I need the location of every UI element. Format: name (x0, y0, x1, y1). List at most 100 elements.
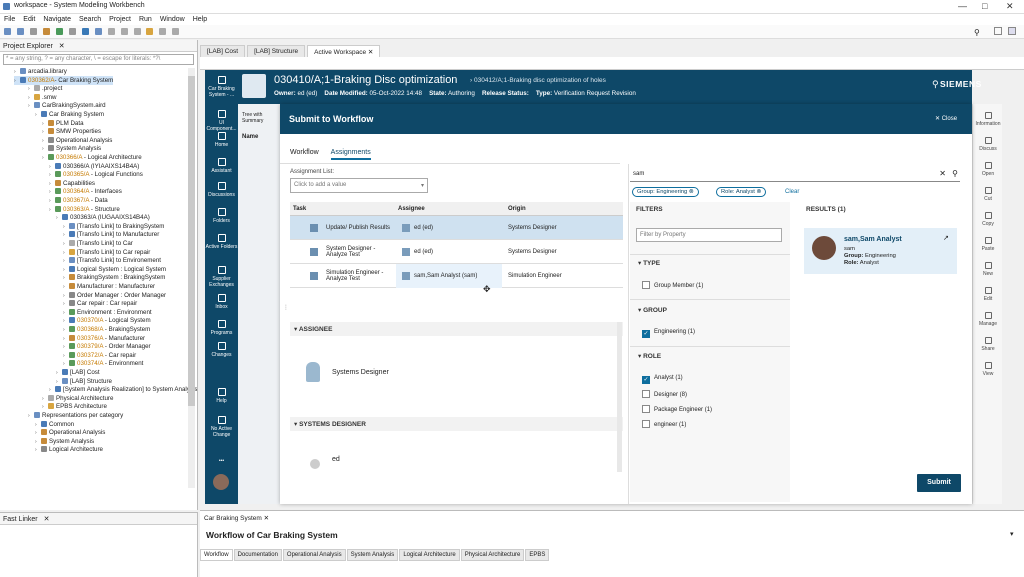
right-nav-item[interactable]: Copy (973, 212, 1003, 227)
facet-checkbox[interactable]: ✓ Engineering (1) (642, 329, 695, 338)
dialog-close-button[interactable]: ✕ Close (935, 115, 957, 122)
aw-nav-item[interactable]: Home (205, 132, 238, 148)
left-scrollbar[interactable] (617, 322, 622, 472)
aw-nav-item[interactable]: Folders (205, 208, 238, 224)
aw-nav-item[interactable]: Discussions (205, 182, 238, 198)
search-icon[interactable]: ⚲ (932, 79, 939, 90)
refresh-icon[interactable] (94, 28, 102, 35)
explorer-filter-input[interactable]: * = any string, ? = any character, \ = e… (3, 54, 194, 65)
menu-window[interactable]: Window (160, 16, 185, 23)
menu-project[interactable]: Project (109, 16, 131, 23)
open-in-new-icon[interactable]: ↗ (943, 234, 949, 242)
tab-documentation[interactable]: Documentation (233, 549, 282, 561)
menu-search[interactable]: Search (79, 16, 101, 23)
checkbox[interactable] (642, 420, 650, 428)
tab-lab-structure[interactable]: [LAB] Structure (247, 45, 306, 57)
right-nav-item[interactable]: View (973, 362, 1003, 377)
tool-icon[interactable] (107, 28, 115, 35)
tab-logical-architecture[interactable]: Logical Architecture (399, 549, 460, 561)
perspective-icon[interactable] (994, 27, 1002, 35)
assignment-list-select[interactable]: Click to add a value ▾ (290, 178, 428, 193)
facet-checkbox[interactable]: ✓ Analyst (1) (642, 375, 683, 384)
table-row[interactable]: System Designer - Analyze Test ed (ed) S… (290, 240, 623, 264)
maximize-icon[interactable]: □ (982, 1, 987, 11)
right-nav-item[interactable]: New (973, 262, 1003, 277)
right-nav-item[interactable]: Manage (973, 312, 1003, 327)
facet-checkbox[interactable]: Group Member (1) (642, 281, 703, 289)
tab-lab-cost[interactable]: [LAB] Cost (200, 45, 246, 57)
checkbox[interactable] (642, 281, 650, 289)
checkbox[interactable]: ✓ (642, 376, 650, 384)
tab-workflow[interactable]: Workflow (200, 549, 233, 561)
tool-icon[interactable] (146, 28, 154, 35)
facet-checkbox[interactable]: Designer (8) (642, 390, 687, 398)
save-all-icon[interactable] (29, 28, 37, 35)
save-icon[interactable] (16, 28, 24, 35)
aw-nav-item[interactable]: Help (205, 388, 238, 404)
tab-epbs[interactable]: EPBS (525, 549, 550, 561)
right-nav-item[interactable]: Cut (973, 187, 1003, 202)
right-nav-item[interactable]: Information (973, 112, 1003, 127)
aw-nav-item[interactable]: UI Component... (205, 110, 238, 132)
group-facet-title[interactable]: ▾ GROUP (638, 306, 667, 314)
tree-item[interactable]: › Logical Architecture (35, 445, 103, 454)
workflow-pane-tab[interactable]: Car Braking System ✕ (204, 514, 269, 522)
clear-icon[interactable]: ✕ (939, 169, 946, 178)
build-icon[interactable] (42, 28, 50, 35)
search-icon[interactable] (81, 28, 89, 35)
aw-nav-item[interactable]: Car Braking System - ... (205, 76, 238, 98)
forward-icon[interactable] (172, 28, 180, 35)
facet-checkbox[interactable]: Package Engineer (1) (642, 405, 712, 413)
aw-nav-item[interactable]: Supplier Exchanges (205, 266, 238, 288)
user-search-input[interactable]: sam ✕ ⚲ (630, 168, 960, 182)
menu-help[interactable]: Help (193, 16, 207, 23)
menu-edit[interactable]: Edit (23, 16, 35, 23)
more-icon[interactable]: ••• (205, 458, 238, 464)
result-user-card[interactable]: sam,Sam Analyst sam Group: Engineering R… (804, 228, 957, 274)
aw-nav-item[interactable]: Changes (205, 342, 238, 358)
filter-chip-group[interactable]: Group: Engineering ⊗ (632, 187, 699, 197)
run-icon[interactable] (55, 28, 63, 35)
chevron-down-icon[interactable]: ▾ (1010, 530, 1014, 538)
menu-navigate[interactable]: Navigate (43, 16, 71, 23)
facet-checkbox[interactable]: engineer (1) (642, 420, 686, 428)
avatar[interactable] (213, 474, 229, 490)
checkbox[interactable] (642, 390, 650, 398)
filter-by-property-input[interactable]: Filter by Property (636, 228, 782, 242)
back-icon[interactable] (159, 28, 167, 35)
right-nav-item[interactable]: Share (973, 337, 1003, 352)
tab-assignments[interactable]: Assignments (330, 149, 371, 160)
clear-filters-link[interactable]: Clear (785, 189, 799, 195)
aw-nav-item[interactable]: No Active Change (205, 416, 238, 438)
table-row[interactable]: Update/ Publish Results ed (ed) Systems … (290, 216, 623, 240)
new-icon[interactable] (4, 28, 11, 35)
tab-workflow[interactable]: Workflow (290, 149, 319, 160)
search-icon[interactable]: ⚲ (974, 28, 980, 37)
checkbox[interactable]: ✓ (642, 330, 650, 338)
close-icon[interactable]: ✕ (59, 43, 65, 50)
submit-button[interactable]: Submit (917, 474, 961, 492)
object-breadcrumb[interactable]: › 030412/A;1-Braking disc optimization o… (470, 77, 606, 84)
tab-active-workspace[interactable]: Active Workspace ✕ (307, 45, 381, 57)
minimize-icon[interactable]: — (958, 1, 967, 11)
close-icon[interactable]: ✕ (44, 516, 50, 523)
aw-nav-item[interactable]: Assistant (205, 158, 238, 174)
perspective-icon[interactable] (1008, 27, 1016, 35)
tab-operational-analysis[interactable]: Operational Analysis (282, 549, 346, 561)
close-icon[interactable]: ✕ (1006, 1, 1014, 12)
tab-system-analysis[interactable]: System Analysis (346, 549, 399, 561)
explorer-scrollbar[interactable] (188, 68, 195, 488)
checkbox[interactable] (642, 405, 650, 413)
right-nav-item[interactable]: Open (973, 162, 1003, 177)
tool-icon[interactable] (133, 28, 141, 35)
right-nav-item[interactable]: Paste (973, 237, 1003, 252)
menu-file[interactable]: File (4, 16, 15, 23)
right-nav-item[interactable]: Edit (973, 287, 1003, 302)
debug-icon[interactable] (68, 28, 76, 35)
aw-nav-item[interactable]: Inbox (205, 294, 238, 310)
menu-run[interactable]: Run (139, 16, 152, 23)
right-nav-item[interactable]: Discuss (973, 137, 1003, 152)
tool-icon[interactable] (120, 28, 128, 35)
type-facet-title[interactable]: ▾ TYPE (638, 259, 660, 267)
table-row[interactable]: Simulation Engineer - Analyze Test sam,S… (290, 264, 623, 288)
